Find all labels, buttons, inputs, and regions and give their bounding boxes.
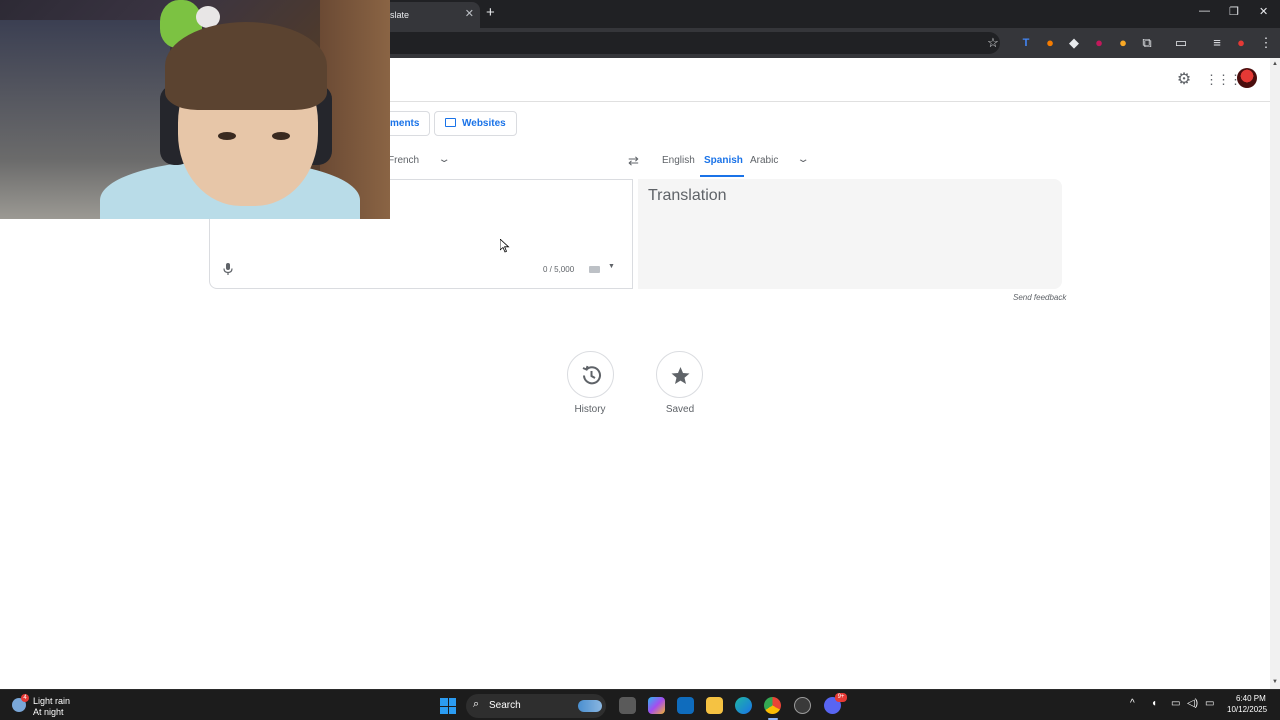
close-window-button[interactable]: ✕ [1259,5,1268,18]
clock-time[interactable]: 6:40 PM [1236,694,1266,703]
file-explorer-icon[interactable] [706,697,723,714]
start-button-windows-icon[interactable] [440,698,456,714]
swap-languages-icon[interactable]: ⇄ [628,153,639,169]
target-language-english[interactable]: English [662,155,695,166]
documents-mode-label: ments [390,118,420,129]
restore-button[interactable]: ❐ [1229,5,1239,18]
chrome-menu-icon[interactable]: ⋮ [1258,35,1274,51]
star-icon [671,367,690,384]
chrome-browser-icon[interactable] [764,697,781,714]
character-count: 0 / 5,000 [543,265,575,274]
weather-time-of-day: At night [33,707,64,717]
websites-mode-button[interactable]: Websites [434,111,517,136]
settings-gear-icon[interactable]: ⚙ [1174,70,1194,90]
send-feedback-link[interactable]: Send feedback [1013,293,1066,302]
copilot-icon[interactable] [648,697,665,714]
address-bar[interactable] [380,32,1000,54]
website-icon [445,118,456,127]
weather-badge: 4 [21,694,29,702]
target-language-chevron-down-icon[interactable]: ⌄ [796,154,809,165]
saved-label: Saved [665,404,695,415]
webcam-overlay [0,0,390,219]
webcam-person-hair [165,22,327,110]
minimize-button[interactable]: — [1199,5,1210,17]
translation-placeholder: Translation [648,187,727,204]
history-button[interactable] [567,351,614,398]
battery-icon[interactable]: ▭ [1205,698,1214,709]
taskbar-search-box[interactable]: ⌕ Search [466,694,606,718]
extension-translate-icon[interactable]: T [1018,35,1034,51]
profile-avatar-icon[interactable]: ● [1233,35,1249,51]
weather-widget[interactable]: 4 Light rain At night [12,694,92,718]
extension-red-icon[interactable]: ● [1091,35,1107,51]
webcam-person-eye [218,132,236,140]
saved-button[interactable] [656,351,703,398]
windows-taskbar: 4 Light rain At night ⌕ Search 9+ ^ ◖ ▭ … [0,689,1280,720]
extensions-puzzle-icon[interactable]: ⧉ [1139,35,1155,51]
keyboard-dropdown-icon[interactable]: ▼ [608,263,615,270]
outlook-icon[interactable] [677,697,694,714]
steam-icon[interactable] [794,697,811,714]
discord-notification-badge: 9+ [835,693,847,702]
scroll-down-icon[interactable]: ▼ [1272,679,1278,685]
task-view-icon[interactable] [619,697,636,714]
history-icon [582,365,601,385]
edge-browser-icon[interactable] [735,697,752,714]
microphone-tray-icon[interactable]: ◖ [1151,698,1157,709]
extension-orange-icon[interactable]: ● [1042,35,1058,51]
clock-date[interactable]: 10/12/2025 [1227,705,1267,714]
search-icon: ⌕ [473,698,480,710]
network-icon[interactable]: ▭ [1171,698,1180,709]
scroll-up-icon[interactable]: ▲ [1272,61,1278,67]
account-avatar[interactable] [1237,68,1257,88]
target-language-arabic[interactable]: Arabic [750,155,778,166]
mouse-cursor-icon [500,239,510,253]
source-language-chevron-down-icon[interactable]: ⌄ [437,154,450,165]
history-label: History [574,404,606,415]
cast-icon[interactable]: ▭ [1173,35,1189,51]
volume-icon[interactable]: ◁) [1187,698,1198,709]
tab-title: slate [390,10,410,20]
reading-list-icon[interactable]: ≡ [1209,35,1225,51]
weather-condition: Light rain [33,696,71,706]
show-hidden-icons-chevron-icon[interactable]: ^ [1130,698,1135,709]
source-language-french[interactable]: French [388,155,419,166]
tab-close-icon[interactable]: ✕ [465,7,474,20]
new-tab-button[interactable]: + [486,4,495,21]
search-highlight-art [578,700,602,712]
keyboard-icon[interactable] [589,266,600,273]
apps-grid-icon[interactable]: ⋮⋮⋮ [1205,70,1242,90]
page-scrollbar[interactable] [1270,58,1280,689]
taskbar-search-label: Search [489,700,521,711]
websites-mode-label: Websites [462,118,506,129]
tab-google-translate[interactable]: slate ✕ [380,2,480,28]
target-language-spanish[interactable]: Spanish [704,155,743,166]
bookmark-star-icon[interactable]: ☆ [985,35,1001,51]
microphone-icon[interactable] [221,262,235,276]
extension-yellow-icon[interactable]: ● [1115,35,1131,51]
active-language-underline [700,175,744,177]
extension-diamond-icon[interactable]: ◆ [1066,35,1082,51]
webcam-person-eye [272,132,290,140]
